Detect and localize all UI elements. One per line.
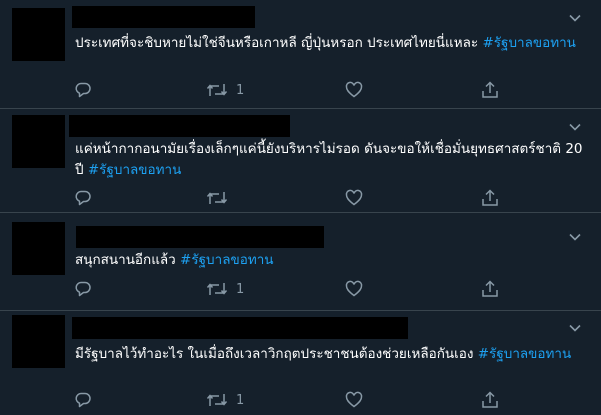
- tweet-body: สนุกสนานอีกแล้ว: [75, 252, 181, 268]
- tweet-text: มีรัฐบาลไว้ทำอะไร ในเมื่อถึงเวลาวิกฤตประ…: [75, 344, 587, 365]
- avatar[interactable]: [12, 8, 65, 61]
- hashtag-link[interactable]: #รัฐบาลขอทาน: [180, 252, 273, 268]
- reply-button[interactable]: [74, 279, 92, 299]
- hashtag-link[interactable]: #รัฐบาลขอทาน: [482, 35, 575, 51]
- reply-button[interactable]: [74, 390, 92, 410]
- retweet-button[interactable]: 1: [206, 80, 244, 100]
- tweet-actions: 1: [74, 390, 504, 410]
- reply-button[interactable]: [74, 80, 92, 100]
- share-button[interactable]: [481, 279, 499, 299]
- reply-icon: [75, 190, 91, 206]
- tweet-body: มีรัฐบาลไว้ทำอะไร ในเมื่อถึงเวลาวิกฤตประ…: [75, 346, 478, 362]
- avatar[interactable]: [12, 115, 65, 168]
- retweet-count: 1: [236, 82, 245, 98]
- tweet-body: ประเทศที่จะชิบหายไม่ใช่จีนหรือเกาหลี ญี่…: [75, 35, 483, 51]
- chevron-down-icon[interactable]: [568, 120, 582, 134]
- share-button[interactable]: [481, 390, 499, 410]
- retweet-icon: [206, 283, 228, 295]
- tweet[interactable]: สนุกสนานอีกแล้ว #รัฐบาลขอทาน 1: [0, 213, 601, 311]
- share-icon: [482, 189, 498, 206]
- share-icon: [482, 81, 498, 98]
- retweet-button[interactable]: [206, 188, 236, 208]
- retweet-count: 1: [236, 281, 245, 297]
- tweet-text: สนุกสนานอีกแล้ว #รัฐบาลขอทาน: [75, 250, 587, 271]
- share-button[interactable]: [481, 80, 499, 100]
- retweet-button[interactable]: 1: [206, 279, 244, 299]
- tweet[interactable]: มีรัฐบาลไว้ทำอะไร ในเมื่อถึงเวลาวิกฤตประ…: [0, 311, 601, 415]
- retweet-icon: [206, 192, 228, 204]
- like-button[interactable]: [345, 188, 363, 208]
- like-button[interactable]: [345, 80, 363, 100]
- avatar[interactable]: [12, 315, 65, 368]
- like-icon: [345, 391, 363, 408]
- tweet-text: ประเทศที่จะชิบหายไม่ใช่จีนหรือเกาหลี ญี่…: [75, 33, 587, 54]
- tweet-text: แค่หน้ากากอนามัยเรื่องเล็กๆแค่นี้ยังบริห…: [75, 139, 587, 181]
- like-icon: [345, 280, 363, 297]
- tweet-actions: 1: [74, 80, 504, 100]
- like-button[interactable]: [345, 390, 363, 410]
- reply-icon: [75, 281, 91, 297]
- retweet-icon: [206, 84, 228, 96]
- hashtag-link[interactable]: #รัฐบาลขอทาน: [88, 162, 181, 178]
- like-icon: [345, 189, 363, 206]
- redacted-username: [72, 6, 255, 28]
- chevron-down-icon[interactable]: [568, 321, 582, 335]
- tweet[interactable]: ประเทศที่จะชิบหายไม่ใช่จีนหรือเกาหลี ญี่…: [0, 0, 601, 109]
- tweet-actions: [74, 188, 504, 208]
- share-icon: [482, 391, 498, 408]
- chevron-down-icon[interactable]: [568, 11, 582, 25]
- tweet-actions: 1: [74, 279, 504, 299]
- hashtag-link[interactable]: #รัฐบาลขอทาน: [478, 346, 571, 362]
- avatar[interactable]: [12, 222, 65, 275]
- share-button[interactable]: [481, 188, 499, 208]
- redacted-username: [69, 115, 290, 137]
- retweet-button[interactable]: 1: [206, 390, 244, 410]
- reply-icon: [75, 82, 91, 98]
- redacted-username: [76, 226, 324, 248]
- reply-button[interactable]: [74, 188, 92, 208]
- share-icon: [482, 280, 498, 297]
- redacted-username: [72, 317, 408, 339]
- chevron-down-icon[interactable]: [568, 230, 582, 244]
- retweet-count: 1: [236, 392, 245, 408]
- like-icon: [345, 81, 363, 98]
- like-button[interactable]: [345, 279, 363, 299]
- tweet[interactable]: แค่หน้ากากอนามัยเรื่องเล็กๆแค่นี้ยังบริห…: [0, 109, 601, 213]
- reply-icon: [75, 392, 91, 408]
- retweet-icon: [206, 394, 228, 406]
